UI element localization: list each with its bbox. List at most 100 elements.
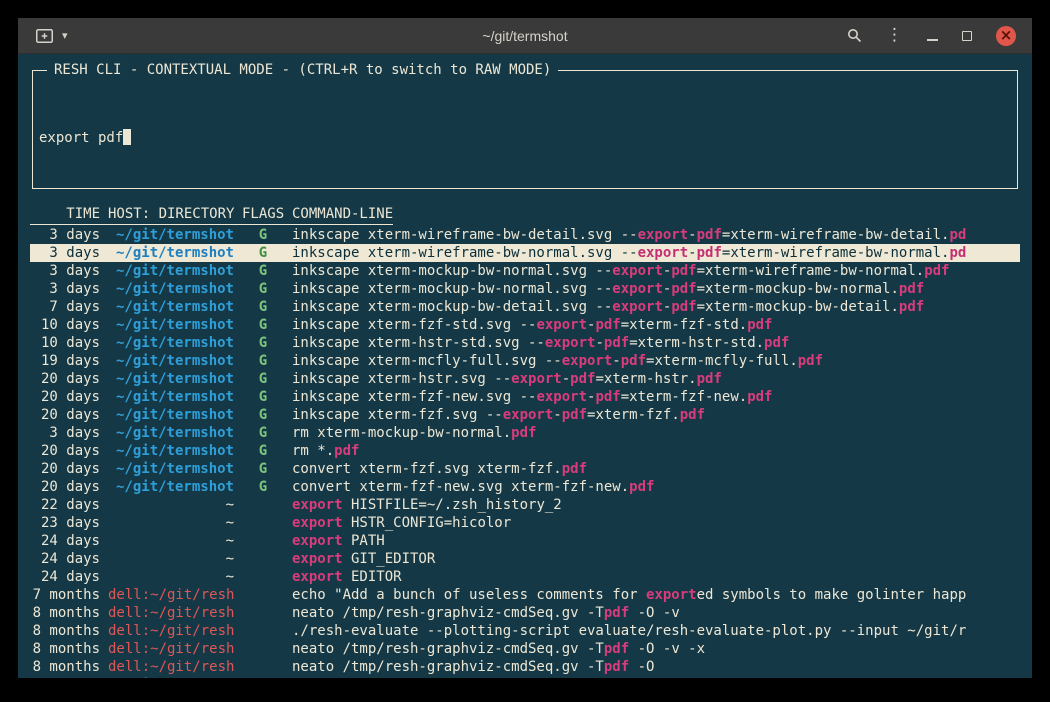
history-row[interactable]: 22 days~export HISTFILE=~/.zsh_history_2 bbox=[30, 496, 1020, 514]
row-host-directory: ~/git/termshot bbox=[108, 226, 234, 244]
history-row[interactable]: 19 days~/git/termshotGinkscape xterm-mcf… bbox=[30, 352, 1020, 370]
history-row-selected[interactable]: 3 days~/git/termshotGinkscape xterm-wire… bbox=[30, 244, 1020, 262]
cmd-text: - bbox=[688, 227, 696, 243]
row-flags: G bbox=[242, 370, 284, 388]
history-row[interactable]: 8 monthsdell:~/git/reshneato /tmp/resh-g… bbox=[30, 604, 1020, 622]
history-row[interactable]: 20 days~/git/termshotGinkscape xterm-hst… bbox=[30, 370, 1020, 388]
row-host-directory: ~/git/termshot bbox=[108, 676, 234, 678]
row-host-directory: ~/git/termshot bbox=[108, 370, 234, 388]
table-header: TIME HOST: DIRECTORY FLAGS COMMAND-LINE bbox=[30, 205, 393, 225]
history-row[interactable]: 3 days~/git/termshotGinkscape xterm-mock… bbox=[30, 262, 1020, 280]
match-highlight: export bbox=[292, 569, 343, 585]
cmd-text: =xterm-wireframe-bw-normal. bbox=[697, 263, 925, 279]
new-tab-button[interactable] bbox=[34, 27, 55, 45]
history-row[interactable]: 3 days~/git/termshotGrm xterm-mockup-bw-… bbox=[30, 424, 1020, 442]
row-time: 20 days bbox=[30, 478, 100, 496]
row-host-directory: ~/git/termshot bbox=[108, 244, 234, 262]
row-command: inkscape xterm-fzf-std.svg --export-pdf=… bbox=[292, 316, 1020, 334]
row-time: 8 months bbox=[30, 658, 100, 676]
row-command: rm *.pdf bbox=[292, 442, 1020, 460]
match-highlight: export bbox=[612, 263, 663, 279]
match-highlight: pdf bbox=[595, 317, 620, 333]
cmd-text: =xterm-wireframe-bw-normal. bbox=[722, 245, 950, 261]
cmd-text: cd bbox=[292, 677, 309, 678]
tab-dropdown-caret-icon[interactable]: ▾ bbox=[62, 29, 68, 42]
row-flags bbox=[242, 532, 284, 550]
row-command: cd bbox=[292, 676, 1020, 678]
row-time: 3 days bbox=[30, 280, 100, 298]
match-highlight: export bbox=[536, 317, 587, 333]
titlebar[interactable]: ▾ ~/git/termshot ⋮ × bbox=[18, 18, 1032, 54]
row-host-directory: ~/git/termshot bbox=[108, 460, 234, 478]
cmd-text: - bbox=[688, 245, 696, 261]
match-highlight: pdf bbox=[899, 281, 924, 297]
history-row[interactable]: 3 days~/git/termshotGcd bbox=[30, 676, 1020, 678]
history-row[interactable]: 10 days~/git/termshotGinkscape xterm-hst… bbox=[30, 334, 1020, 352]
match-highlight: pdf bbox=[604, 335, 629, 351]
history-row[interactable]: 20 days~/git/termshotGrm *.pdf bbox=[30, 442, 1020, 460]
row-host-directory: ~ bbox=[108, 496, 234, 514]
history-row[interactable]: 10 days~/git/termshotGinkscape xterm-fzf… bbox=[30, 316, 1020, 334]
cmd-text: inkscape xterm-hstr-std.svg -- bbox=[292, 335, 545, 351]
match-highlight: pd bbox=[949, 227, 966, 243]
cmd-text: =xterm-fzf-std. bbox=[621, 317, 747, 333]
cmd-text: inkscape xterm-mockup-bw-normal.svg -- bbox=[292, 263, 612, 279]
row-command: neato /tmp/resh-graphviz-cmdSeq.gv -Tpdf… bbox=[292, 604, 1020, 622]
row-host-directory: ~ bbox=[108, 514, 234, 532]
cmd-text: GIT_EDITOR bbox=[343, 551, 436, 567]
history-row[interactable]: 24 days~export EDITOR bbox=[30, 568, 1020, 586]
row-flags bbox=[242, 496, 284, 514]
row-host-directory: ~ bbox=[108, 568, 234, 586]
row-host-directory: ~/git/termshot bbox=[108, 280, 234, 298]
history-row[interactable]: 23 days~export HSTR_CONFIG=hicolor bbox=[30, 514, 1020, 532]
history-row[interactable]: 7 monthsdell:~/git/reshecho "Add a bunch… bbox=[30, 586, 1020, 604]
cmd-text: PATH bbox=[343, 533, 385, 549]
row-host-directory: dell:~/git/resh bbox=[108, 640, 234, 658]
match-highlight: pdf bbox=[747, 317, 772, 333]
history-row[interactable]: 3 days~/git/termshotGinkscape xterm-wire… bbox=[30, 226, 1020, 244]
row-flags bbox=[242, 604, 284, 622]
history-row[interactable]: 20 days~/git/termshotGinkscape xterm-fzf… bbox=[30, 388, 1020, 406]
close-button[interactable]: × bbox=[996, 26, 1016, 46]
menu-icon[interactable]: ⋮ bbox=[886, 27, 903, 44]
history-row[interactable]: 20 days~/git/termshotGinkscape xterm-fzf… bbox=[30, 406, 1020, 424]
history-row[interactable]: 20 days~/git/termshotGconvert xterm-fzf.… bbox=[30, 460, 1020, 478]
row-flags: G bbox=[242, 280, 284, 298]
minimize-button[interactable] bbox=[927, 31, 938, 41]
row-flags: G bbox=[242, 316, 284, 334]
history-row[interactable]: 8 monthsdell:~/git/reshneato /tmp/resh-g… bbox=[30, 640, 1020, 658]
match-highlight: export bbox=[503, 407, 554, 423]
cmd-text: inkscape xterm-mockup-bw-detail.svg -- bbox=[292, 299, 612, 315]
match-highlight: export bbox=[545, 335, 596, 351]
restore-button[interactable] bbox=[962, 31, 972, 41]
history-row[interactable]: 20 days~/git/termshotGconvert xterm-fzf-… bbox=[30, 478, 1020, 496]
history-row[interactable]: 3 days~/git/termshotGinkscape xterm-mock… bbox=[30, 280, 1020, 298]
cmd-text: -O -v -x bbox=[629, 641, 705, 657]
history-row[interactable]: 7 days~/git/termshotGinkscape xterm-mock… bbox=[30, 298, 1020, 316]
cmd-text: EDITOR bbox=[343, 569, 402, 585]
row-host-directory: ~/git/termshot bbox=[108, 442, 234, 460]
cmd-text: inkscape xterm-hstr.svg -- bbox=[292, 371, 511, 387]
row-host-directory: ~ bbox=[108, 532, 234, 550]
search-input[interactable]: export pdf bbox=[39, 129, 1009, 147]
history-row[interactable]: 24 days~export GIT_EDITOR bbox=[30, 550, 1020, 568]
row-flags: G bbox=[242, 352, 284, 370]
header-command-line: COMMAND-LINE bbox=[292, 205, 393, 223]
history-row[interactable]: 8 monthsdell:~/git/resh./resh-evaluate -… bbox=[30, 622, 1020, 640]
match-highlight: pdf bbox=[697, 227, 722, 243]
cmd-text: echo "Add a bunch of useless comments fo… bbox=[292, 587, 646, 603]
row-host-directory: ~ bbox=[108, 550, 234, 568]
row-host-directory: ~/git/termshot bbox=[108, 388, 234, 406]
row-host-directory: ~/git/termshot bbox=[108, 352, 234, 370]
history-row[interactable]: 24 days~export PATH bbox=[30, 532, 1020, 550]
row-time: 3 days bbox=[30, 262, 100, 280]
match-highlight: export bbox=[562, 353, 613, 369]
cmd-text: inkscape xterm-wireframe-bw-detail.svg -… bbox=[292, 227, 638, 243]
row-host-directory: ~/git/termshot bbox=[108, 298, 234, 316]
row-command: inkscape xterm-mockup-bw-detail.svg --ex… bbox=[292, 298, 1020, 316]
history-row[interactable]: 8 monthsdell:~/git/reshneato /tmp/resh-g… bbox=[30, 658, 1020, 676]
search-icon[interactable] bbox=[847, 28, 862, 43]
row-command: ./resh-evaluate --plotting-script evalua… bbox=[292, 622, 1020, 640]
cmd-text: =xterm-mockup-bw-normal. bbox=[697, 281, 899, 297]
titlebar-right-group: ⋮ × bbox=[847, 26, 1016, 46]
